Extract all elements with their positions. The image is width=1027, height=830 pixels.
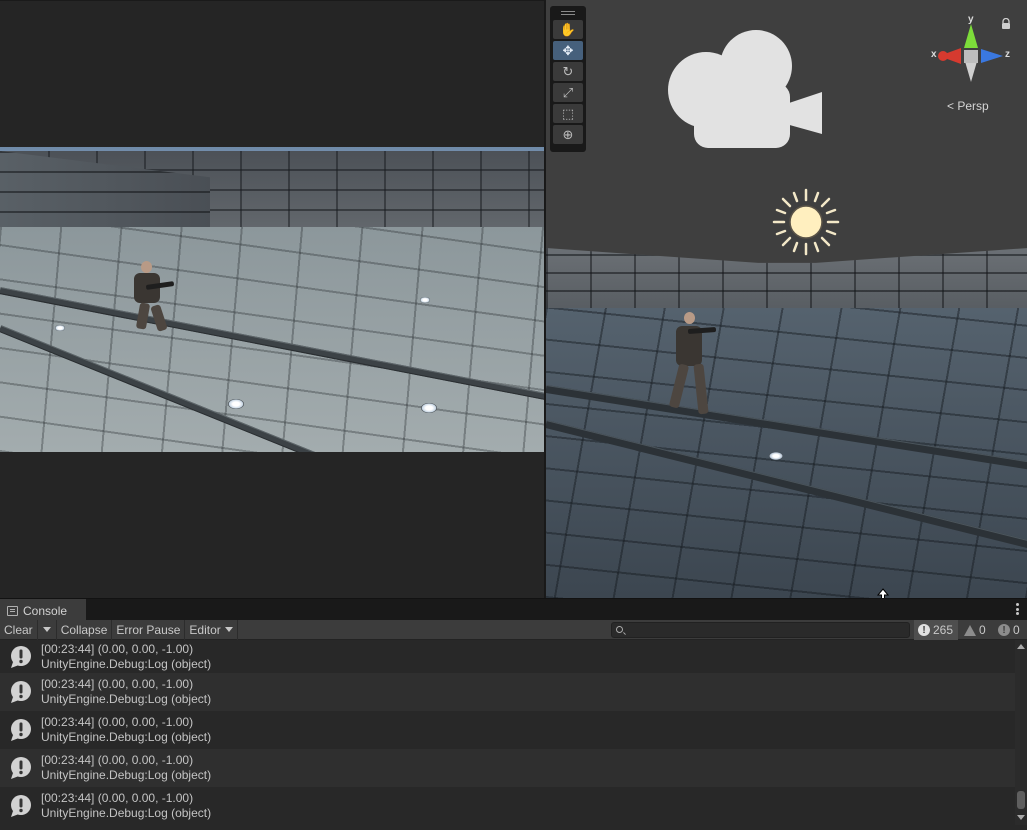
console-scrollbar[interactable]	[1015, 640, 1027, 825]
log-entry-stacktrace: UnityEngine.Debug:Log (object)	[41, 692, 212, 706]
console-log-list[interactable]: [00:23:44] (0.00, 0.00, -1.00) UnityEngi…	[0, 640, 1015, 825]
console-panel: Console Clear Collapse Error Pause Edito…	[0, 598, 1027, 830]
editor-dropdown[interactable]: Editor	[185, 619, 238, 640]
chevron-down-icon	[42, 627, 51, 632]
scrollbar-thumb[interactable]	[1017, 791, 1025, 809]
rect-tool-button[interactable]: ⬚	[553, 104, 583, 123]
persp-chevron-icon: <	[947, 99, 955, 113]
log-count-toggle[interactable]: ! 265	[914, 620, 958, 640]
chevron-down-icon	[224, 627, 233, 632]
log-entry-stacktrace: UnityEngine.Debug:Log (object)	[41, 768, 212, 782]
floor-lamp	[421, 403, 437, 413]
warning-count-toggle[interactable]: 0	[960, 620, 990, 640]
log-entry[interactable]: [00:23:44] (0.00, 0.00, -1.00) UnityEngi…	[0, 673, 1015, 711]
panel-menu-icon[interactable]	[1015, 603, 1019, 615]
console-tab-icon	[7, 605, 18, 616]
scene-back-wall	[546, 248, 1027, 310]
scene-floor-lamp	[769, 452, 783, 460]
console-toolbar: Clear Collapse Error Pause Editor ! 265 …	[0, 619, 1027, 640]
warning-icon	[964, 624, 976, 636]
game-render-viewport[interactable]	[0, 147, 544, 452]
log-count-value: 265	[933, 623, 954, 637]
lock-icon[interactable]	[1001, 18, 1011, 30]
soldier-character	[128, 259, 188, 351]
clear-button[interactable]: Clear	[0, 619, 38, 640]
console-tab-bar: Console	[0, 599, 1027, 620]
scale-tool-button[interactable]: ⤢	[553, 83, 583, 102]
log-entry-message: [00:23:44] (0.00, 0.00, -1.00)	[41, 641, 194, 656]
log-entry[interactable]: [00:23:44] (0.00, 0.00, -1.00) UnityEngi…	[0, 787, 1015, 825]
log-entry-message: [00:23:44] (0.00, 0.00, -1.00)	[41, 753, 194, 767]
scene-view[interactable]: ✋ ✥ ↻ ⤢ ⬚ ⊕ y x z < Persp	[545, 0, 1027, 598]
camera-gizmo-icon[interactable]	[656, 28, 826, 152]
tools-panel-grip-icon[interactable]	[553, 8, 583, 18]
game-view[interactable]	[0, 0, 544, 598]
console-tab-label: Console	[23, 603, 68, 618]
floor-lamp	[420, 297, 430, 303]
warning-count-value: 0	[979, 623, 986, 637]
log-entry[interactable]: [00:23:44] (0.00, 0.00, -1.00) UnityEngi…	[0, 749, 1015, 787]
info-message-icon	[11, 681, 31, 703]
log-entry[interactable]: [00:23:44] (0.00, 0.00, -1.00) UnityEngi…	[0, 640, 1015, 673]
floor-lamp	[55, 325, 65, 331]
directional-light-icon[interactable]	[772, 188, 840, 256]
scroll-up-icon[interactable]	[1017, 644, 1025, 649]
log-entry-stacktrace: UnityEngine.Debug:Log (object)	[41, 656, 212, 671]
error-count-toggle[interactable]: ! 0	[994, 620, 1024, 640]
rotate-tool-button[interactable]: ↻	[553, 62, 583, 81]
console-search-input[interactable]	[628, 623, 906, 637]
clear-options-dropdown[interactable]	[38, 619, 57, 640]
transform-tool-button[interactable]: ⊕	[553, 125, 583, 144]
hand-tool-button[interactable]: ✋	[553, 20, 583, 39]
log-entry-stacktrace: UnityEngine.Debug:Log (object)	[41, 806, 212, 820]
projection-toggle[interactable]: < Persp	[947, 99, 989, 113]
info-message-icon	[11, 795, 31, 817]
console-search	[611, 622, 910, 638]
info-icon: !	[918, 624, 930, 636]
info-message-icon	[11, 645, 31, 668]
search-icon	[616, 626, 623, 633]
scroll-down-icon[interactable]	[1017, 815, 1025, 820]
floor-lamp	[228, 399, 244, 409]
info-message-icon	[11, 719, 31, 741]
log-entry-stacktrace: UnityEngine.Debug:Log (object)	[41, 730, 212, 744]
tab-console[interactable]: Console	[0, 599, 86, 620]
collapse-toggle[interactable]: Collapse	[57, 619, 113, 640]
gizmo-y-label: y	[968, 14, 974, 25]
log-entry-message: [00:23:44] (0.00, 0.00, -1.00)	[41, 715, 194, 729]
soldier-character-scene	[668, 308, 728, 420]
scene-tools-panel: ✋ ✥ ↻ ⤢ ⬚ ⊕	[550, 6, 586, 152]
gizmo-z-label: z	[1005, 49, 1010, 60]
gizmo-x-label: x	[931, 49, 937, 60]
error-pause-toggle[interactable]: Error Pause	[112, 619, 186, 640]
info-message-icon	[11, 757, 31, 779]
log-entry[interactable]: [00:23:44] (0.00, 0.00, -1.00) UnityEngi…	[0, 711, 1015, 749]
log-entry-message: [00:23:44] (0.00, 0.00, -1.00)	[41, 791, 194, 805]
log-entry-message: [00:23:44] (0.00, 0.00, -1.00)	[41, 677, 194, 691]
error-count-value: 0	[1013, 623, 1020, 637]
editor-dropdown-label: Editor	[189, 622, 221, 637]
move-tool-button[interactable]: ✥	[553, 41, 583, 60]
error-icon: !	[998, 624, 1010, 636]
projection-label: Persp	[957, 99, 989, 113]
